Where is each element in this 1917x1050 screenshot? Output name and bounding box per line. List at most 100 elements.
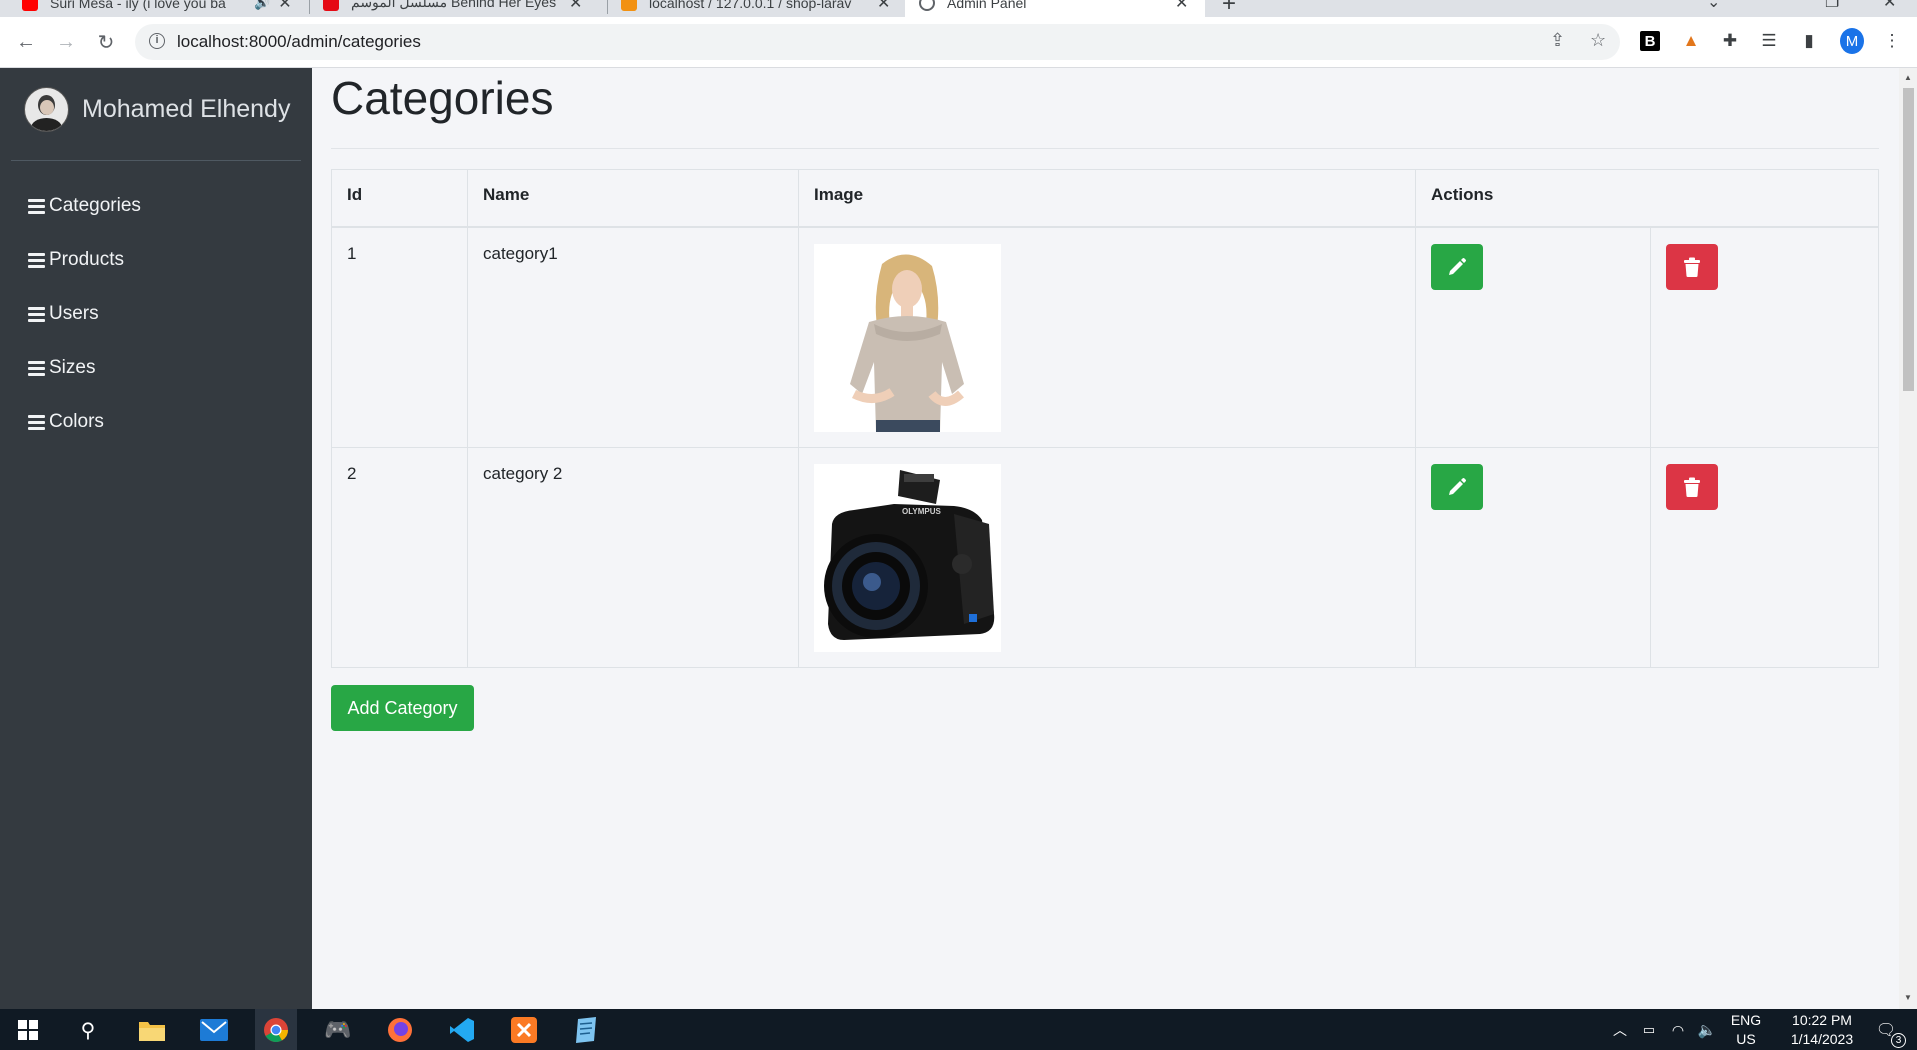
side-panel-icon[interactable]: ▮ bbox=[1797, 29, 1821, 53]
close-icon[interactable]: ✕ bbox=[278, 0, 291, 13]
language-text: ENG bbox=[1730, 1012, 1762, 1028]
metamask-icon[interactable]: ▲ bbox=[1679, 29, 1703, 53]
bold-extension-icon[interactable]: B bbox=[1638, 29, 1662, 53]
chevron-up-icon[interactable]: ︿ bbox=[1606, 1016, 1634, 1044]
sidebar-item-sizes[interactable]: Sizes bbox=[28, 357, 95, 379]
site-icon bbox=[323, 0, 339, 11]
file-explorer-icon[interactable] bbox=[138, 1016, 166, 1044]
region-text: US bbox=[1736, 1031, 1756, 1047]
profile-avatar[interactable]: M bbox=[1840, 28, 1864, 54]
scrollbar-thumb[interactable] bbox=[1903, 88, 1914, 391]
window-close-icon[interactable]: ✕ bbox=[1883, 0, 1896, 12]
sidebar-item-colors[interactable]: Colors bbox=[28, 411, 104, 433]
language-indicator[interactable]: ENG US bbox=[1726, 1011, 1766, 1049]
bars-icon bbox=[28, 360, 45, 376]
globe-icon bbox=[919, 0, 935, 11]
profile-initial: M bbox=[1840, 28, 1864, 54]
sidebar-item-products[interactable]: Products bbox=[28, 249, 124, 271]
tab-title: Suri Mesa - ily (i love you ba bbox=[50, 0, 226, 11]
windows-start-icon[interactable] bbox=[14, 1016, 42, 1044]
browser-toolbar: ← → ↻ i localhost:8000/admin/categories … bbox=[0, 17, 1917, 68]
speaker-icon[interactable]: 🔊 bbox=[254, 0, 270, 11]
bars-icon bbox=[28, 252, 45, 268]
tab-title: localhost / 127.0.0.1 / shop-larav bbox=[649, 0, 852, 11]
cell-id: 2 bbox=[331, 447, 468, 668]
site-info-icon[interactable]: i bbox=[149, 33, 165, 49]
edit-button[interactable] bbox=[1431, 244, 1483, 290]
cell-delete bbox=[1649, 226, 1879, 448]
user-name: Mohamed Elhendy bbox=[82, 95, 291, 123]
restore-icon[interactable]: ❐ bbox=[1825, 0, 1839, 12]
browser-tab[interactable]: localhost / 127.0.0.1 / shop-larav ✕ bbox=[621, 0, 890, 17]
column-header-name: Name bbox=[467, 169, 799, 228]
svg-text:OLYMPUS: OLYMPUS bbox=[902, 507, 941, 516]
clock-time: 10:22 PM bbox=[1792, 1012, 1852, 1028]
share-icon[interactable]: ⇪ bbox=[1550, 30, 1565, 51]
url-text[interactable]: localhost:8000/admin/categories bbox=[177, 32, 421, 52]
close-icon[interactable]: ✕ bbox=[877, 0, 890, 13]
phpmyadmin-icon bbox=[621, 0, 637, 11]
close-icon[interactable]: ✕ bbox=[569, 0, 582, 13]
back-icon[interactable]: ← bbox=[11, 27, 41, 57]
clock[interactable]: 10:22 PM 1/14/2023 bbox=[1772, 1011, 1872, 1049]
browser-tab[interactable]: Suri Mesa - ily (i love you ba 🔊 ✕ bbox=[22, 0, 292, 17]
scroll-up-icon[interactable]: ▲ bbox=[1904, 73, 1912, 82]
edit-button[interactable] bbox=[1431, 464, 1483, 510]
reload-icon[interactable]: ↻ bbox=[91, 27, 121, 57]
bars-icon bbox=[28, 414, 45, 430]
cell-image: OLYMPUS bbox=[798, 447, 1416, 668]
address-bar[interactable]: i localhost:8000/admin/categories ⇪ ☆ bbox=[135, 24, 1620, 60]
cell-name: category 2 bbox=[467, 447, 799, 668]
battery-icon[interactable]: ▭ bbox=[1635, 1016, 1663, 1044]
add-category-button[interactable]: Add Category bbox=[331, 685, 474, 731]
notifications-icon[interactable]: 🗨 3 bbox=[1872, 1016, 1906, 1048]
main-content: Categories Id Name Image Actions 1 categ… bbox=[312, 68, 1887, 1009]
page-scrollbar[interactable]: ▲ ▼ bbox=[1899, 68, 1917, 1009]
sidebar-item-label: Colors bbox=[49, 411, 104, 432]
star-icon[interactable]: ☆ bbox=[1590, 30, 1606, 51]
cell-name: category1 bbox=[467, 226, 799, 448]
notepad-icon[interactable] bbox=[572, 1016, 600, 1044]
sidebar: Mohamed Elhendy Categories Products User… bbox=[0, 68, 312, 1009]
extensions-icon[interactable]: ✚ bbox=[1718, 29, 1742, 53]
sidebar-item-label: Products bbox=[49, 249, 124, 270]
close-icon[interactable]: ✕ bbox=[1175, 0, 1188, 13]
youtube-icon bbox=[22, 0, 38, 11]
chrome-icon[interactable] bbox=[262, 1016, 290, 1044]
cell-edit bbox=[1415, 447, 1650, 668]
tab-title: Admin Panel bbox=[947, 0, 1027, 11]
browser-tab[interactable]: مسلسل الموسم Behind Her Eyes ✕ bbox=[323, 0, 582, 17]
column-header-actions: Actions bbox=[1415, 169, 1650, 228]
trash-icon bbox=[1683, 257, 1700, 277]
menu-icon[interactable]: ⋮ bbox=[1880, 29, 1904, 53]
game-controller-icon[interactable]: 🎮 bbox=[324, 1016, 352, 1044]
media-icon[interactable]: ☰ bbox=[1757, 29, 1781, 53]
notification-count: 3 bbox=[1891, 1033, 1906, 1048]
column-header-actions-extra bbox=[1650, 169, 1879, 228]
table-header-row: Id Name Image Actions bbox=[331, 169, 1879, 228]
cell-id: 1 bbox=[331, 226, 468, 448]
new-tab-icon[interactable]: + bbox=[1222, 0, 1236, 17]
tab-search-icon[interactable]: ⌄ bbox=[1707, 0, 1720, 12]
cell-image bbox=[798, 226, 1416, 448]
delete-button[interactable] bbox=[1665, 464, 1718, 510]
scroll-down-icon[interactable]: ▼ bbox=[1904, 993, 1912, 1002]
pencil-icon bbox=[1449, 258, 1466, 275]
sidebar-brand[interactable]: Mohamed Elhendy bbox=[24, 87, 290, 132]
delete-button[interactable] bbox=[1665, 244, 1718, 290]
sidebar-item-label: Users bbox=[49, 303, 99, 324]
mail-icon[interactable] bbox=[200, 1016, 228, 1044]
browser-tab-active[interactable]: Admin Panel ✕ bbox=[905, 0, 1205, 17]
wifi-icon[interactable]: ◠ bbox=[1664, 1016, 1692, 1044]
search-icon[interactable]: ⚲ bbox=[74, 1016, 102, 1044]
vscode-icon[interactable] bbox=[448, 1016, 476, 1044]
sidebar-item-label: Sizes bbox=[49, 357, 96, 378]
sidebar-item-users[interactable]: Users bbox=[28, 303, 99, 325]
browser-tab-strip: Suri Mesa - ily (i love you ba 🔊 ✕ مسلسل… bbox=[0, 0, 1917, 17]
categories-table: Id Name Image Actions 1 category1 2 cate… bbox=[331, 169, 1879, 668]
xampp-icon[interactable] bbox=[510, 1016, 538, 1044]
firefox-icon[interactable] bbox=[386, 1016, 414, 1044]
forward-icon[interactable]: → bbox=[51, 27, 81, 57]
volume-icon[interactable]: 🔈 bbox=[1693, 1016, 1721, 1044]
sidebar-item-categories[interactable]: Categories bbox=[28, 195, 141, 217]
